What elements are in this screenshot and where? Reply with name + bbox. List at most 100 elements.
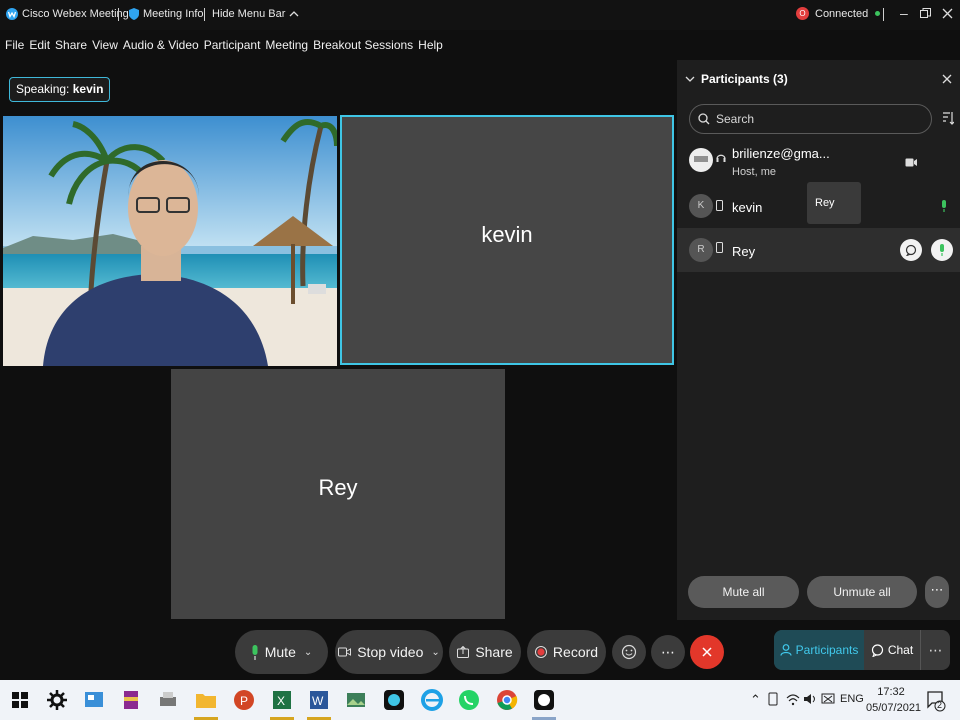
headset-icon: [716, 154, 726, 162]
chevron-down-icon[interactable]: ⌄: [304, 647, 312, 658]
microphone-icon: [252, 644, 258, 660]
windows-taskbar: P X W ⌃ ENG 17:32 05/07/2021 2: [0, 680, 960, 720]
menu-audio-video[interactable]: Audio & Video: [123, 36, 199, 54]
input-language[interactable]: ENG: [840, 693, 864, 705]
participants-header[interactable]: Participants (3): [685, 72, 788, 86]
printer-icon[interactable]: [156, 688, 180, 712]
chat-toggle-button[interactable]: Chat: [864, 630, 920, 670]
more-options-button[interactable]: ⋯: [651, 635, 685, 669]
excel-icon[interactable]: X: [270, 688, 294, 712]
search-icon: [698, 113, 710, 125]
unmute-all-button[interactable]: Unmute all: [807, 576, 917, 608]
participants-toggle-label: Participants: [795, 643, 859, 657]
title-bar: Cisco Webex Meetings Meeting Info Hide M…: [0, 0, 960, 30]
chevron-down-icon[interactable]: ⌄: [431, 647, 439, 658]
network-icon[interactable]: [821, 692, 835, 706]
webex-taskbar-icon[interactable]: [382, 688, 406, 712]
hide-menu-label: Hide Menu Bar: [212, 8, 286, 20]
connection-status[interactable]: O Connected: [796, 7, 881, 20]
record-label: Record: [552, 644, 599, 660]
control-panel-icon[interactable]: [82, 688, 106, 712]
avatar-kevin: K: [689, 194, 713, 218]
whatsapp-icon[interactable]: [457, 688, 481, 712]
chevron-up-icon[interactable]: ⌃: [750, 692, 761, 708]
avatar-rey: R: [689, 238, 713, 262]
notification-center-button[interactable]: 2: [926, 690, 946, 712]
mute-all-button[interactable]: Mute all: [688, 576, 799, 608]
participants-panel: Participants (3) brilienze@gma... Host, …: [677, 60, 960, 620]
menu-view[interactable]: View: [92, 36, 118, 54]
participant-name-kevin: kevin: [732, 200, 763, 215]
video-tile-rey[interactable]: Rey: [171, 369, 505, 619]
share-button[interactable]: Share: [449, 630, 521, 674]
participant-search[interactable]: [689, 104, 932, 134]
clock-date: 05/07/2021: [866, 702, 922, 714]
menu-file[interactable]: File: [5, 36, 24, 54]
settings-gear-icon[interactable]: [45, 688, 69, 712]
title-separator: [883, 8, 884, 21]
panel-more-options-button[interactable]: ⋯: [920, 630, 950, 670]
windows-start-icon[interactable]: [8, 688, 32, 712]
host-avatar-logo-icon: [694, 156, 708, 162]
participant-mute-toggle[interactable]: [931, 239, 953, 261]
svg-text:X: X: [277, 694, 285, 708]
speaker-icon[interactable]: [803, 692, 817, 706]
participant-row-host[interactable]: brilienze@gma... Host, me: [677, 140, 960, 184]
share-icon: [457, 646, 470, 658]
minimize-icon[interactable]: –: [900, 5, 908, 21]
menu-edit[interactable]: Edit: [29, 36, 50, 54]
reactions-button[interactable]: [612, 635, 646, 669]
restore-icon[interactable]: [920, 8, 931, 19]
tile-name-kevin: kevin: [481, 222, 533, 247]
word-icon[interactable]: W: [307, 688, 331, 712]
close-icon: [702, 647, 712, 657]
mobile-phone-icon: [716, 200, 723, 211]
end-call-button[interactable]: [690, 635, 724, 669]
share-label: Share: [475, 644, 513, 660]
menu-meeting[interactable]: Meeting: [265, 36, 308, 54]
winrar-icon[interactable]: [119, 688, 143, 712]
webex-meetings-taskbar-icon[interactable]: [532, 688, 556, 712]
self-video-tile[interactable]: [3, 116, 337, 366]
wifi-icon[interactable]: [786, 692, 800, 706]
powerpoint-icon[interactable]: P: [232, 688, 256, 712]
chat-with-participant-button[interactable]: [900, 239, 922, 261]
record-button[interactable]: Record: [527, 630, 606, 674]
connection-status-text: Connected: [815, 7, 869, 20]
mute-button[interactable]: Mute ⌄: [235, 630, 328, 674]
sort-icon[interactable]: [942, 111, 954, 125]
hide-menu-bar-button[interactable]: Hide Menu Bar: [212, 8, 299, 20]
meeting-info-button[interactable]: Meeting Info: [129, 8, 204, 20]
participant-row-rey[interactable]: R Rey: [677, 228, 960, 272]
chrome-icon[interactable]: [495, 688, 519, 712]
panel-more-button[interactable]: ⋯: [925, 576, 949, 608]
device-icon[interactable]: [768, 692, 780, 706]
menu-breakout-sessions[interactable]: Breakout Sessions: [313, 36, 413, 54]
close-panel-icon[interactable]: [942, 74, 952, 84]
speaking-name: kevin: [72, 82, 104, 96]
tile-name-rey: Rey: [318, 475, 358, 500]
chat-bubble-icon: [905, 244, 917, 256]
menu-bar: File Edit Share View Audio & Video Parti…: [0, 34, 443, 56]
participant-name-host: brilienze@gma...: [732, 146, 830, 161]
photos-icon[interactable]: [344, 688, 368, 712]
menu-participant[interactable]: Participant: [204, 36, 261, 54]
participants-toggle-button[interactable]: Participants: [774, 630, 864, 670]
internet-explorer-icon[interactable]: [420, 688, 444, 712]
stop-video-button[interactable]: Stop video ⌄: [335, 630, 443, 674]
more-icon: ⋯: [930, 582, 944, 597]
video-tile-kevin[interactable]: kevin: [340, 115, 674, 365]
title-separator: [204, 8, 205, 21]
menu-help[interactable]: Help: [418, 36, 443, 54]
system-clock[interactable]: 17:32 05/07/2021: [866, 684, 922, 716]
file-explorer-icon[interactable]: [194, 688, 218, 712]
close-window-icon[interactable]: [942, 8, 953, 19]
panel-toggle-group: Participants Chat ⋯: [774, 630, 950, 670]
title-separator: [118, 8, 119, 21]
chat-toggle-label: Chat: [887, 643, 914, 657]
microphone-active-icon: [940, 244, 944, 256]
chevron-up-icon: [289, 11, 299, 17]
search-input[interactable]: [716, 112, 916, 126]
menu-share[interactable]: Share: [55, 36, 87, 54]
notifications-icon: [927, 691, 946, 712]
